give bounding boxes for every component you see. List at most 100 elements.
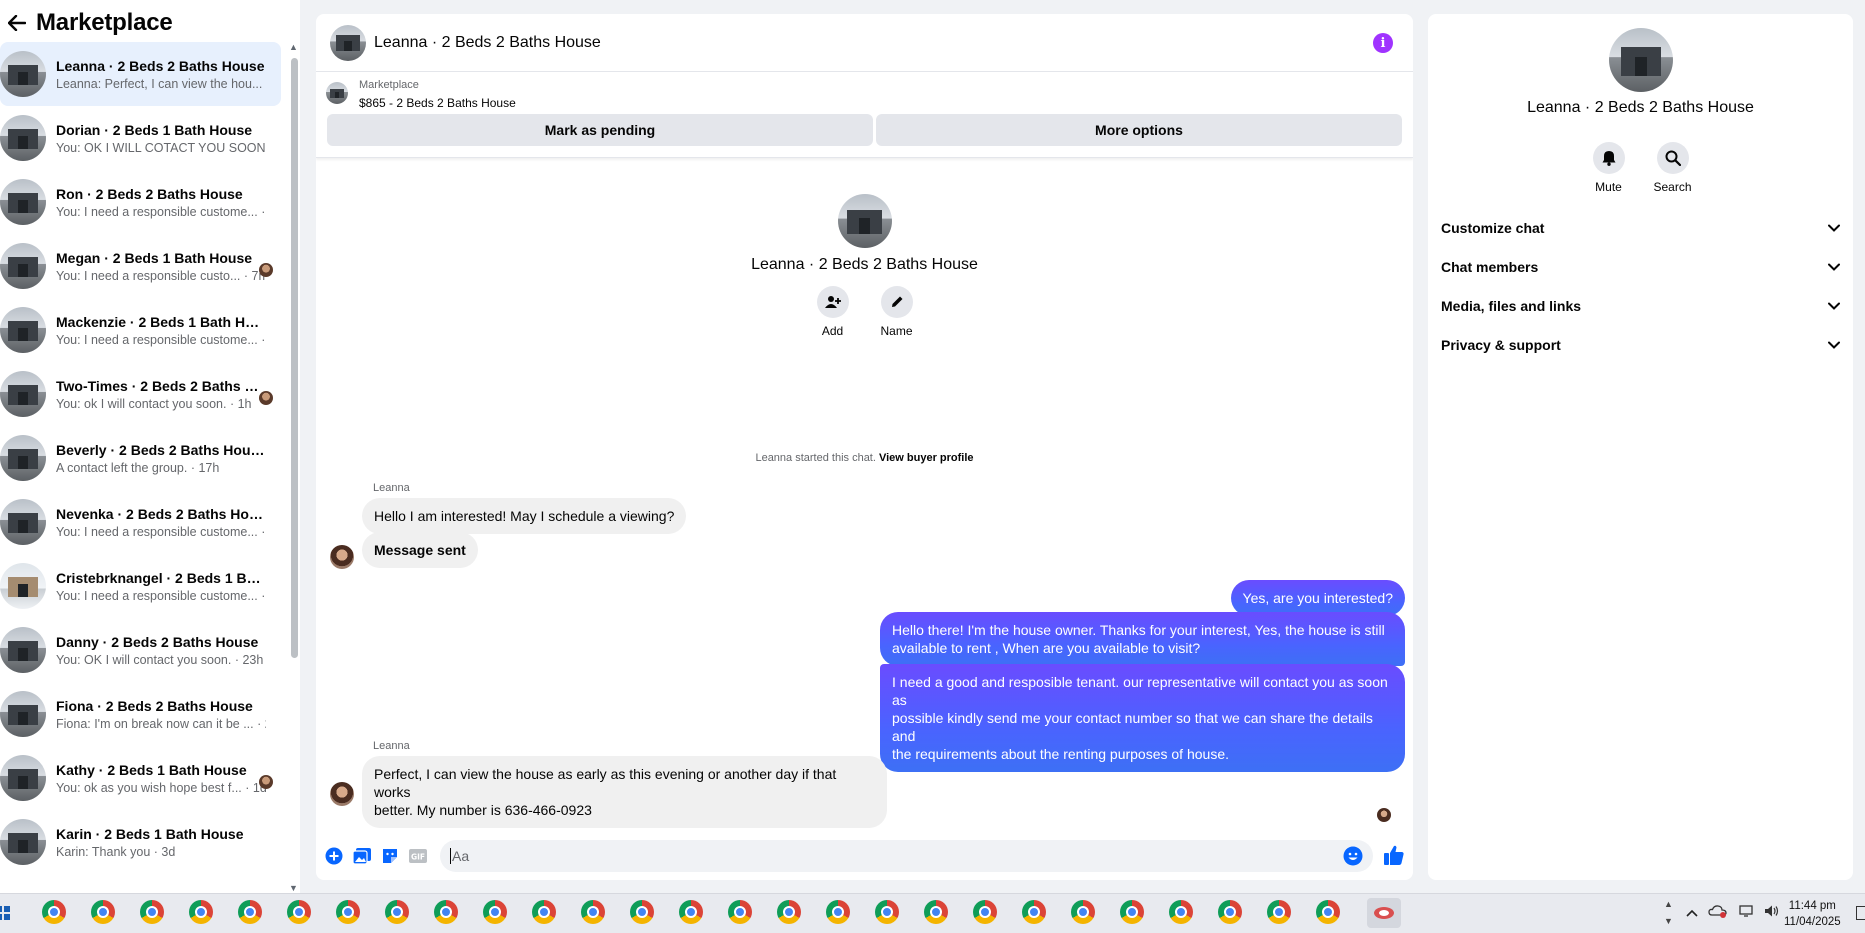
chrome-icon[interactable] <box>336 900 360 924</box>
chat-title[interactable]: Leanna · 2 Beds 2 Baths House <box>374 34 601 52</box>
chevron-down-icon <box>1828 263 1840 271</box>
intro-avatar <box>837 194 892 248</box>
chrome-icon[interactable] <box>483 900 507 924</box>
view-buyer-profile-link[interactable]: View buyer profile <box>879 452 974 464</box>
mute-label: Mute <box>1595 180 1622 194</box>
conversation-item[interactable]: Ron · 2 Beds 2 Baths House You: I need a… <box>0 170 281 234</box>
chrome-icon[interactable] <box>140 900 164 924</box>
info-icon[interactable]: i <box>1373 33 1393 53</box>
chrome-icon[interactable] <box>875 900 899 924</box>
conversation-name: Karin · 2 Beds 1 Bath House <box>56 825 244 842</box>
windows-start-icon[interactable] <box>0 906 10 920</box>
conversation-item[interactable]: Megan · 2 Beds 1 Bath House You: I need … <box>0 234 281 298</box>
search-label: Search <box>1653 180 1692 194</box>
conversation-item[interactable]: Kathy · 2 Beds 1 Bath House You: ok as y… <box>0 746 281 810</box>
conversation-item[interactable]: Nevenka · 2 Beds 2 Baths House You: I ne… <box>0 490 281 554</box>
listing-thumbnail <box>0 627 46 673</box>
chrome-icon[interactable] <box>1022 900 1046 924</box>
pencil-icon <box>891 296 902 307</box>
media-files-links-section[interactable]: Media, files and links <box>1441 287 1840 325</box>
taskbar-clock[interactable]: 11:44 pm 11/04/2025 <box>1784 898 1841 930</box>
chevron-down-icon <box>1828 224 1840 232</box>
thumbs-up-icon[interactable] <box>1383 844 1405 869</box>
chrome-icon[interactable] <box>434 900 458 924</box>
incoming-message[interactable]: Perfect, I can view the house as early a… <box>362 756 887 828</box>
conversation-item[interactable]: Karin · 2 Beds 1 Bath House Karin: Thank… <box>0 810 281 874</box>
chrome-icon[interactable] <box>287 900 311 924</box>
conversation-item[interactable]: Cristebrknangel · 2 Beds 1 Bath ... You:… <box>0 554 281 618</box>
incoming-message[interactable]: Message sent <box>362 532 478 568</box>
incoming-message[interactable]: Hello I am interested! May I schedule a … <box>362 498 687 534</box>
show-desktop-button[interactable] <box>1856 906 1865 920</box>
chrome-icon[interactable] <box>1120 900 1144 924</box>
sender-avatar[interactable] <box>330 782 354 806</box>
outgoing-message[interactable]: Hello there! I'm the house owner. Thanks… <box>880 612 1405 666</box>
chrome-icon[interactable] <box>385 900 409 924</box>
chrome-icon[interactable] <box>1218 900 1242 924</box>
conversation-item[interactable]: Mackenzie · 2 Beds 1 Bath House You: I n… <box>0 298 281 362</box>
gif-icon[interactable]: GIF <box>408 846 428 866</box>
chrome-icon[interactable] <box>777 900 801 924</box>
chrome-icon[interactable] <box>581 900 605 924</box>
chrome-icon[interactable] <box>826 900 850 924</box>
chrome-icon[interactable] <box>728 900 752 924</box>
mute-button[interactable]: Mute <box>1592 142 1626 194</box>
customize-chat-section[interactable]: Customize chat <box>1441 209 1840 247</box>
chat-avatar[interactable] <box>330 24 366 61</box>
conversation-item[interactable]: Fiona · 2 Beds 2 Baths House Fiona: I'm … <box>0 682 281 746</box>
name-label: Name <box>880 324 913 338</box>
scrollbar-thumb[interactable] <box>291 58 298 658</box>
search-button[interactable]: Search <box>1653 142 1692 194</box>
add-people-button[interactable]: Add <box>816 286 850 338</box>
sender-name: Leanna <box>373 740 410 752</box>
scroll-up-arrow-icon[interactable]: ▲ <box>289 42 298 52</box>
listing-price-title[interactable]: $865 - 2 Beds 2 Baths House <box>359 96 516 110</box>
chrome-icon[interactable] <box>630 900 654 924</box>
volume-icon[interactable] <box>1764 904 1780 921</box>
chrome-icon[interactable] <box>1071 900 1095 924</box>
privacy-support-section[interactable]: Privacy & support <box>1441 326 1840 364</box>
chrome-icon[interactable] <box>1267 900 1291 924</box>
mark-as-pending-button[interactable]: Mark as pending <box>327 114 873 146</box>
chrome-icon[interactable] <box>532 900 556 924</box>
bell-icon <box>1602 151 1615 166</box>
chrome-icon[interactable] <box>1169 900 1193 924</box>
outgoing-message[interactable]: Yes, are you interested? <box>1230 580 1405 616</box>
chat-intro: Leanna · 2 Beds 2 Baths House Add Name <box>316 194 1413 338</box>
conversation-item[interactable]: Dorian · 2 Beds 1 Bath House You: OK I W… <box>0 106 281 170</box>
conversation-item[interactable]: Two-Times · 2 Beds 2 Baths H... You: ok … <box>0 362 281 426</box>
chevron-up-icon[interactable] <box>1686 905 1698 920</box>
listing-thumbnail <box>0 243 46 289</box>
profile-avatar[interactable] <box>1609 28 1673 92</box>
listing-thumbnail[interactable] <box>326 82 348 104</box>
chrome-icon[interactable] <box>91 900 115 924</box>
back-arrow-icon[interactable] <box>6 12 28 34</box>
conversation-preview: You: OK I WILL COTACT YOU SOON. · 1m <box>56 140 266 155</box>
chat-members-section[interactable]: Chat members <box>1441 248 1840 286</box>
conversation-item[interactable]: Beverly · 2 Beds 2 Baths House A contact… <box>0 426 281 490</box>
photo-icon[interactable] <box>352 846 372 866</box>
conversation-item[interactable]: Leanna · 2 Beds 2 Baths House Leanna: Pe… <box>0 42 281 106</box>
chrome-icon[interactable] <box>238 900 262 924</box>
active-app-icon[interactable] <box>1367 898 1401 928</box>
chrome-icon[interactable] <box>679 900 703 924</box>
conversation-item[interactable]: Danny · 2 Beds 2 Baths House You: OK I w… <box>0 618 281 682</box>
onedrive-icon[interactable] <box>1708 904 1728 921</box>
network-icon[interactable] <box>1738 904 1754 921</box>
edit-name-button[interactable]: Name <box>880 286 914 338</box>
sidebar-scrollbar[interactable]: ▲ ▼ <box>288 42 300 893</box>
more-options-button[interactable]: More options <box>876 114 1402 146</box>
sticker-icon[interactable] <box>380 846 400 866</box>
plus-circle-icon[interactable] <box>324 846 344 866</box>
sender-avatar[interactable] <box>330 545 354 569</box>
message-input[interactable]: Aa <box>440 840 1373 872</box>
emoji-icon[interactable] <box>1343 846 1363 869</box>
outgoing-message[interactable]: I need a good and resposible tenant. our… <box>880 664 1405 772</box>
scroll-down-arrow-icon[interactable]: ▼ <box>289 883 298 893</box>
chrome-icon[interactable] <box>1316 900 1340 924</box>
chrome-icon[interactable] <box>973 900 997 924</box>
chrome-icon[interactable] <box>42 900 66 924</box>
chrome-icon[interactable] <box>924 900 948 924</box>
chrome-icon[interactable] <box>189 900 213 924</box>
taskbar-scroll-arrows[interactable]: ▲ ▼ <box>1664 896 1673 930</box>
